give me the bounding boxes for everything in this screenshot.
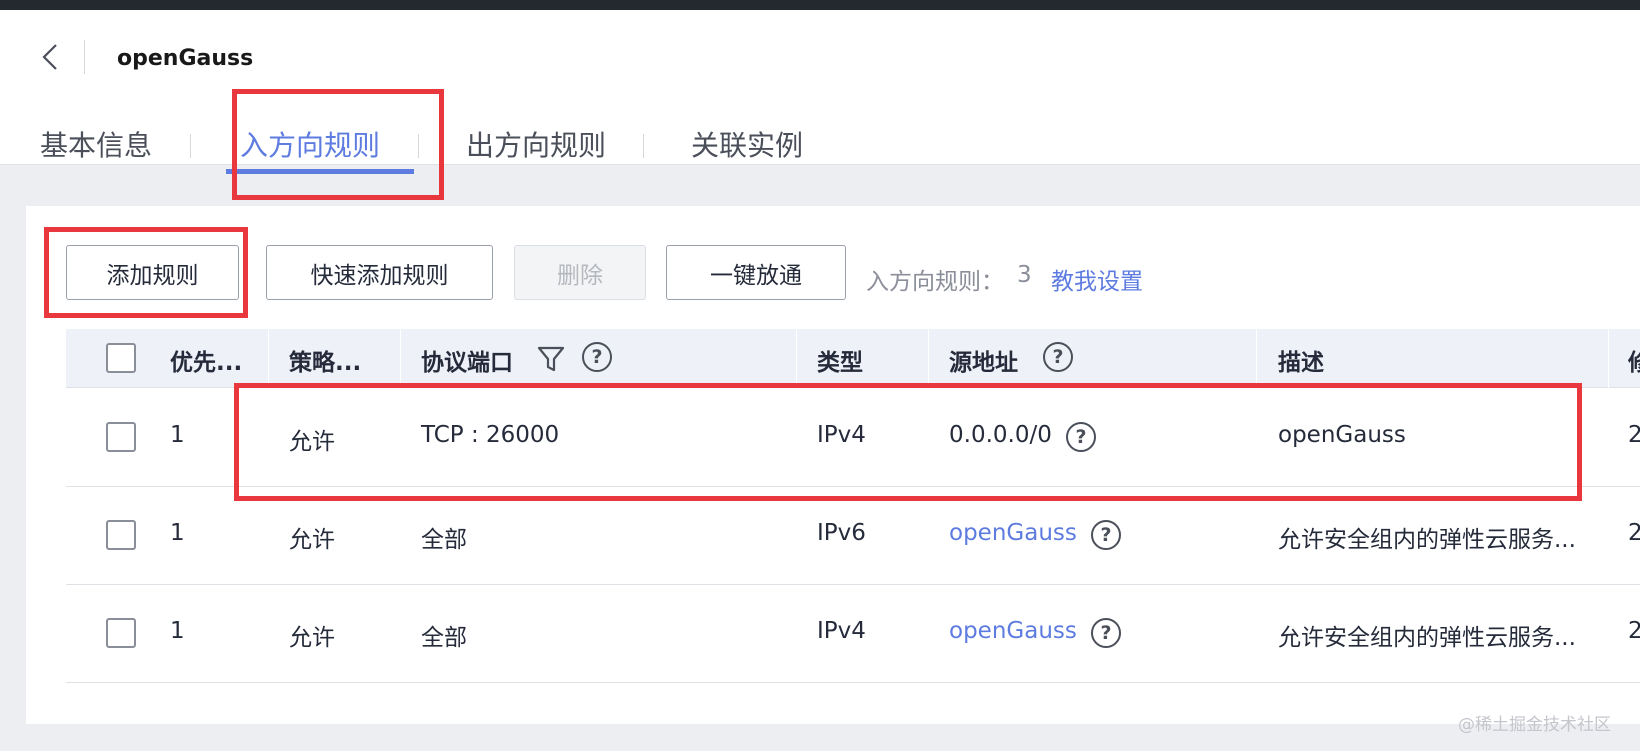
cell-protocol-port: 全部 [421, 625, 467, 651]
cell-source-link[interactable]: openGauss [949, 520, 1077, 546]
cell-policy: 允许 [289, 527, 335, 553]
cell-source: 0.0.0.0/0 [949, 422, 1052, 448]
tab-associated-instances[interactable]: 关联实例 [691, 124, 803, 164]
tab-bar: 基本信息 入方向规则 出方向规则 关联实例 [0, 110, 1640, 175]
column-source[interactable]: 源地址 [949, 343, 1018, 377]
table-row: 1 允许 TCP : 26000 IPv4 0.0.0.0/0 ? openGa… [66, 389, 1640, 487]
column-modify[interactable]: 修 [1628, 343, 1640, 377]
tab-basic-info[interactable]: 基本信息 [40, 124, 152, 164]
page-header: openGauss 基本信息 入方向规则 出方向规则 关联实例 [0, 10, 1640, 174]
column-policy[interactable]: 策略... [289, 343, 361, 377]
help-icon[interactable]: ? [582, 342, 612, 372]
cell-type: IPv4 [817, 618, 866, 644]
column-divider [400, 329, 401, 388]
cell-protocol-port: TCP : 26000 [421, 422, 560, 448]
help-setup-link[interactable]: 教我设置 [1051, 262, 1143, 296]
row-checkbox[interactable] [106, 520, 136, 550]
cell-type: IPv4 [817, 422, 866, 448]
one-click-allow-button[interactable]: 一键放通 [666, 245, 846, 300]
tab-inbound-rules[interactable]: 入方向规则 [240, 124, 380, 164]
help-icon[interactable]: ? [1091, 618, 1121, 648]
row-checkbox[interactable] [106, 618, 136, 648]
cell-description: 允许安全组内的弹性云服务... [1278, 527, 1576, 553]
rule-count-label: 入方向规则： [866, 269, 1004, 295]
tab-divider [643, 134, 644, 158]
help-icon[interactable]: ? [1066, 422, 1096, 452]
cell-priority: 1 [170, 422, 185, 448]
tab-divider [190, 134, 191, 158]
help-icon[interactable]: ? [1091, 520, 1121, 550]
table-row: 1 允许 全部 IPv6 openGauss ? 允许安全组内的弹性云服务...… [66, 487, 1640, 585]
cell-extra: 2 [1628, 520, 1640, 546]
table-row: 1 允许 全部 IPv4 openGauss ? 允许安全组内的弹性云服务...… [66, 585, 1640, 683]
cell-extra: 2 [1628, 618, 1640, 644]
chevron-left-icon[interactable] [38, 40, 64, 74]
help-icon[interactable]: ? [1043, 342, 1073, 372]
watermark: @稀土掘金技术社区 [1458, 715, 1611, 735]
column-type[interactable]: 类型 [817, 343, 863, 377]
delete-button[interactable]: 删除 [514, 245, 646, 300]
column-priority[interactable]: 优先... [170, 343, 242, 377]
column-divider [796, 329, 797, 388]
column-divider [928, 329, 929, 388]
cell-description: 允许安全组内的弹性云服务... [1278, 625, 1576, 651]
cell-priority: 1 [170, 618, 185, 644]
table-header: 优先... 策略... 协议端口 ? 类型 源地址 ? 描述 修 [66, 329, 1640, 388]
cell-priority: 1 [170, 520, 185, 546]
cell-source-link[interactable]: openGauss [949, 618, 1077, 644]
cell-protocol-port: 全部 [421, 527, 467, 553]
column-protocol-port[interactable]: 协议端口 [421, 343, 513, 377]
column-divider [1256, 329, 1257, 388]
quick-add-rule-button[interactable]: 快速添加规则 [266, 245, 493, 300]
column-divider [268, 329, 269, 388]
cell-policy: 允许 [289, 625, 335, 651]
cell-policy: 允许 [289, 429, 335, 455]
top-bar [0, 0, 1640, 10]
column-divider [1608, 329, 1609, 388]
row-checkbox[interactable] [106, 422, 136, 452]
cell-description: openGauss [1278, 422, 1406, 448]
cell-extra: 2 [1628, 422, 1640, 448]
filter-icon[interactable] [536, 344, 566, 374]
tab-outbound-rules[interactable]: 出方向规则 [466, 124, 606, 164]
select-all-checkbox[interactable] [106, 343, 136, 373]
rule-count-value: 3 [1017, 262, 1032, 288]
active-tab-indicator [226, 169, 414, 174]
page-title: openGauss [117, 46, 254, 71]
header-divider [84, 40, 85, 74]
tab-divider [418, 134, 419, 158]
add-rule-button[interactable]: 添加规则 [66, 245, 239, 300]
cell-type: IPv6 [817, 520, 866, 546]
column-description[interactable]: 描述 [1278, 343, 1324, 377]
